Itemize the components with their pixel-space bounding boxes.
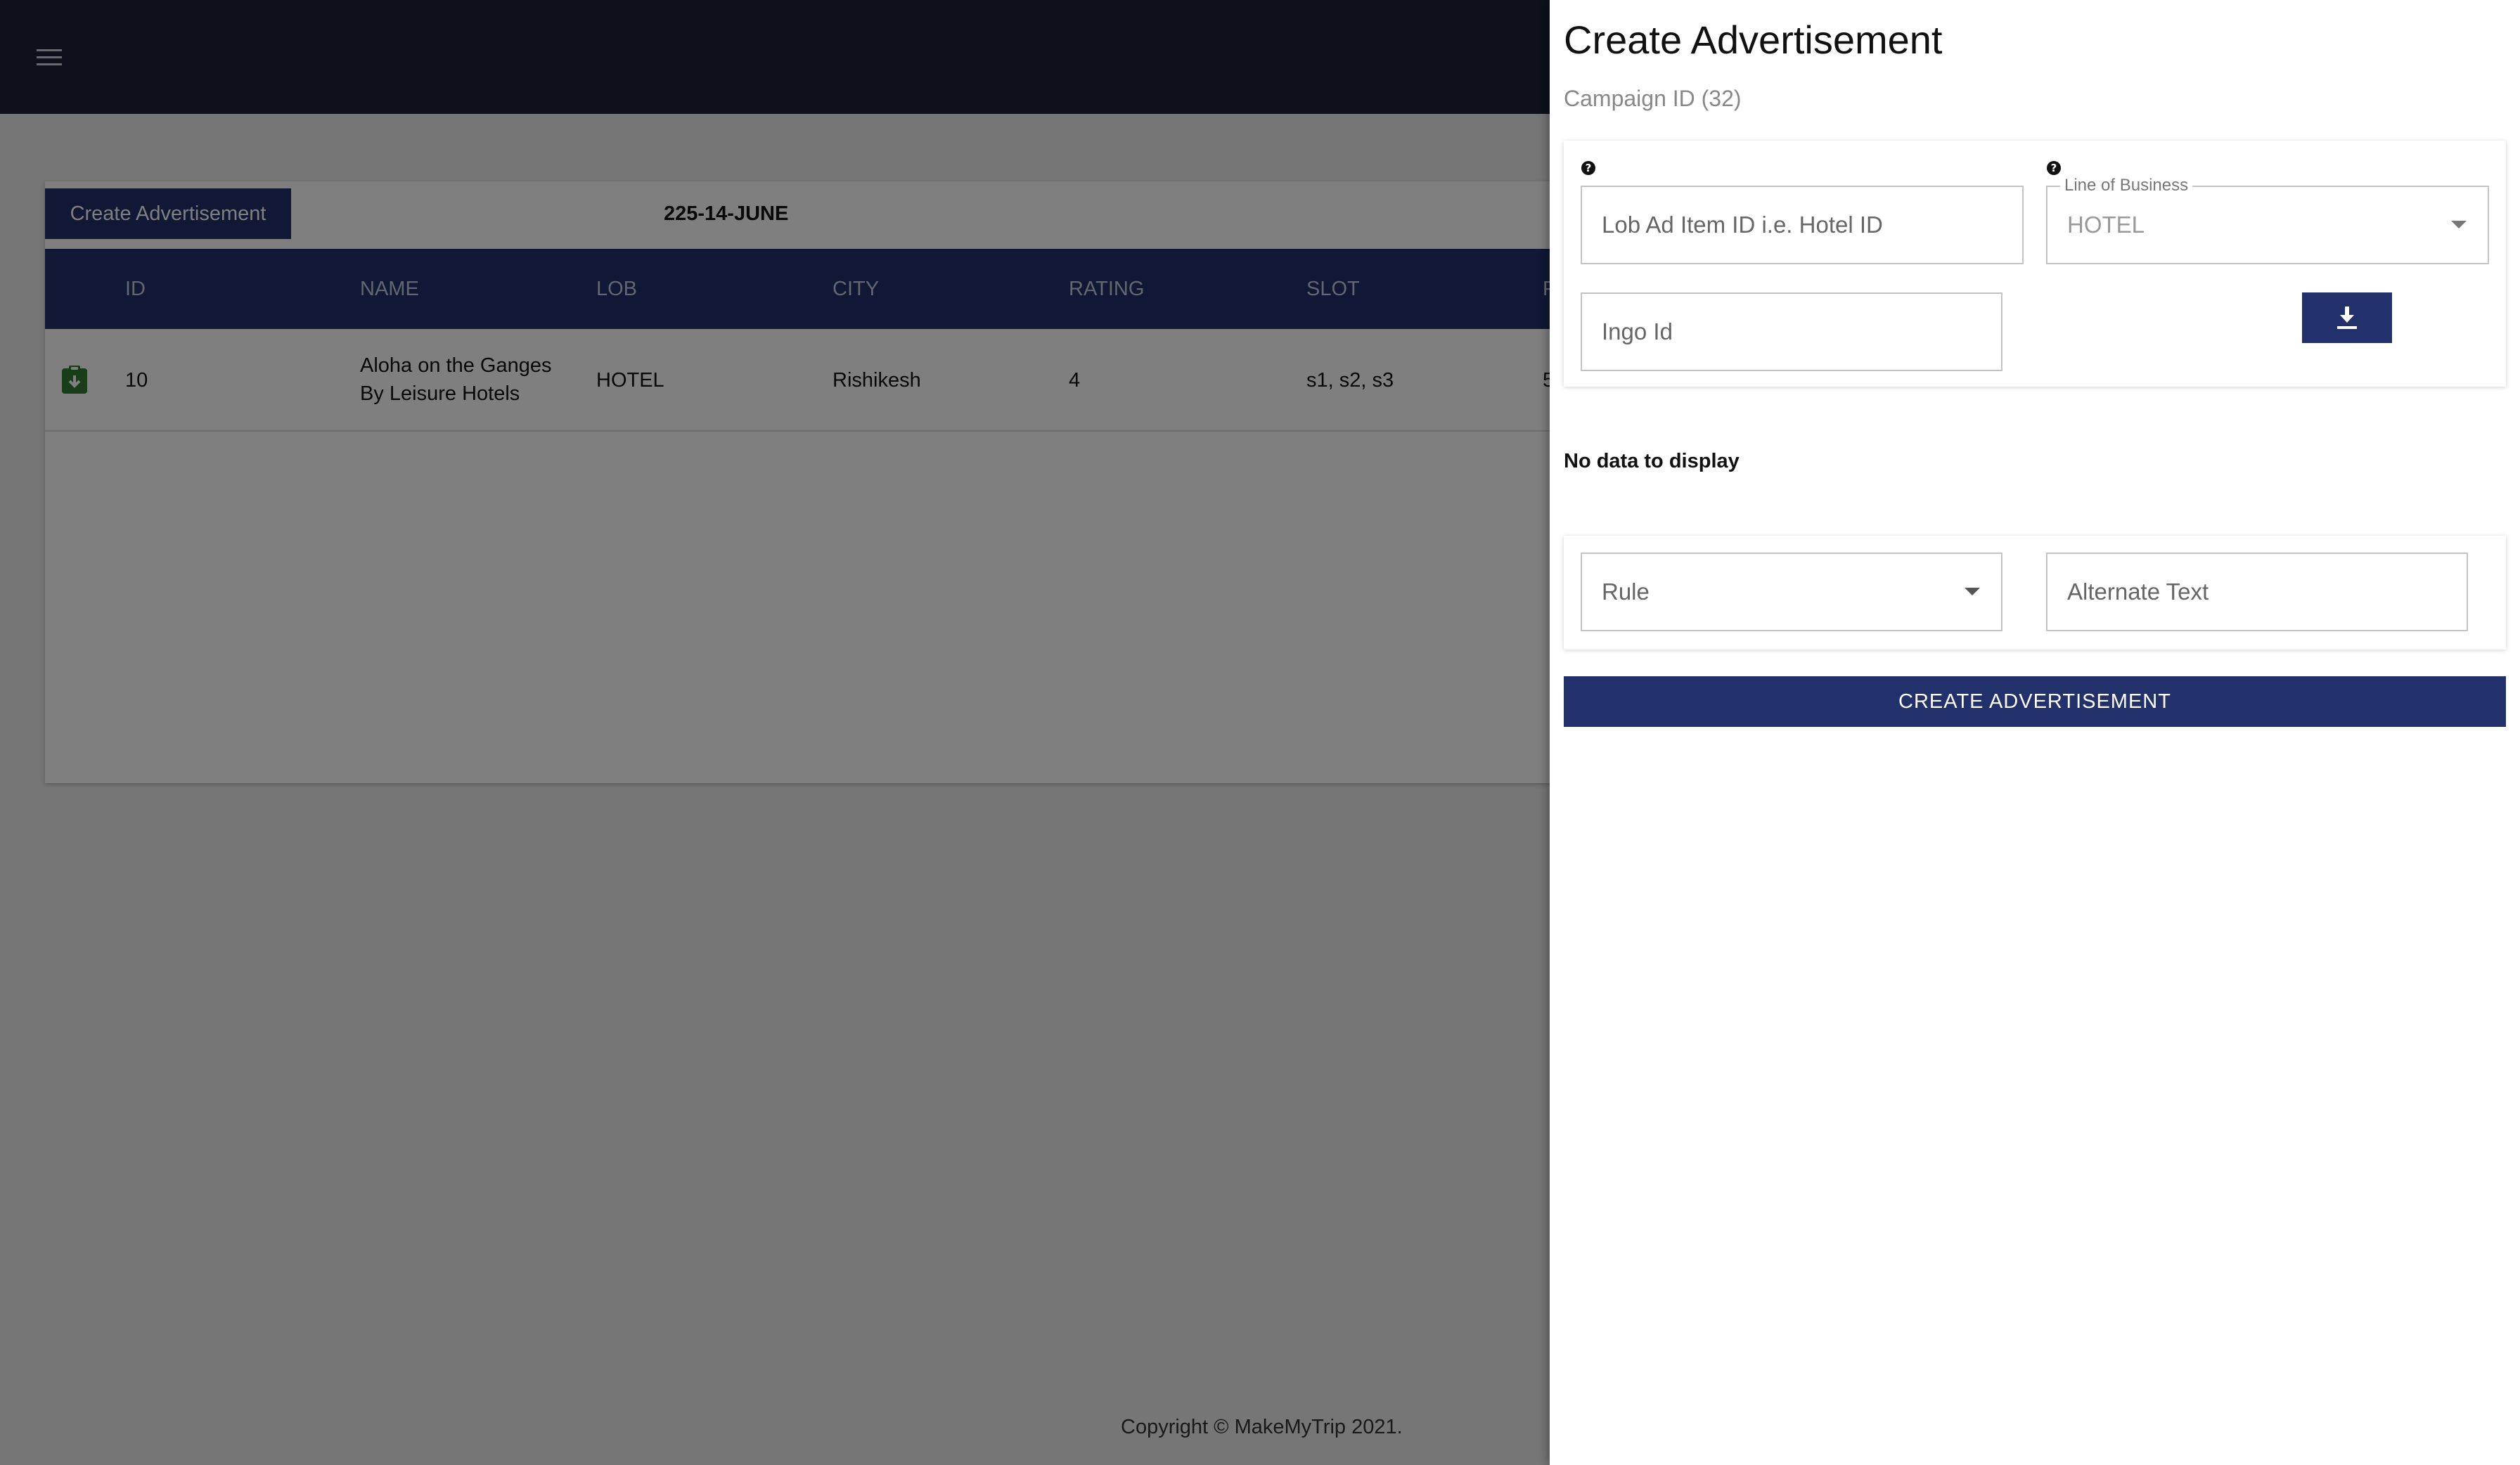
ingo-id-input[interactable]: Ingo Id bbox=[1581, 292, 2002, 371]
download-button[interactable] bbox=[2302, 292, 2392, 343]
alternate-text-placeholder: Alternate Text bbox=[2067, 579, 2209, 605]
rule-select[interactable]: Rule bbox=[1581, 553, 2002, 631]
create-advertisement-drawer: Create Advertisement Campaign ID (32) ? … bbox=[1550, 0, 2520, 1465]
line-of-business-select[interactable]: Line of Business HOTEL bbox=[2046, 176, 2489, 264]
question-circle-icon[interactable]: ? bbox=[2046, 160, 2062, 176]
ingo-id-placeholder: Ingo Id bbox=[1602, 318, 1673, 344]
lob-ad-item-id-placeholder: Lob Ad Item ID i.e. Hotel ID bbox=[1602, 212, 1883, 238]
campaign-id-label: Campaign ID (32) bbox=[1564, 86, 1742, 111]
drawer-title: Create Advertisement bbox=[1564, 18, 1943, 62]
no-data-message: No data to display bbox=[1564, 450, 1740, 472]
svg-text:?: ? bbox=[2051, 162, 2057, 174]
rule-placeholder: Rule bbox=[1602, 579, 1650, 605]
chevron-down-icon bbox=[2451, 221, 2467, 228]
alternate-text-input[interactable]: Alternate Text bbox=[2046, 553, 2468, 631]
chevron-down-icon bbox=[1965, 588, 1980, 595]
rule-form-panel: Rule Alternate Text bbox=[1564, 536, 2506, 650]
question-circle-icon[interactable]: ? bbox=[1581, 160, 1596, 176]
line-of-business-value: HOTEL bbox=[2067, 212, 2145, 238]
svg-text:?: ? bbox=[1586, 162, 1592, 174]
download-icon bbox=[2337, 306, 2357, 329]
ad-item-form-panel: ? ? Lob Ad Item ID i.e. Hotel ID Line of… bbox=[1564, 141, 2506, 387]
lob-ad-item-id-input[interactable]: Lob Ad Item ID i.e. Hotel ID bbox=[1581, 186, 2024, 264]
create-advertisement-submit-button[interactable]: CREATE ADVERTISEMENT bbox=[1564, 676, 2506, 727]
